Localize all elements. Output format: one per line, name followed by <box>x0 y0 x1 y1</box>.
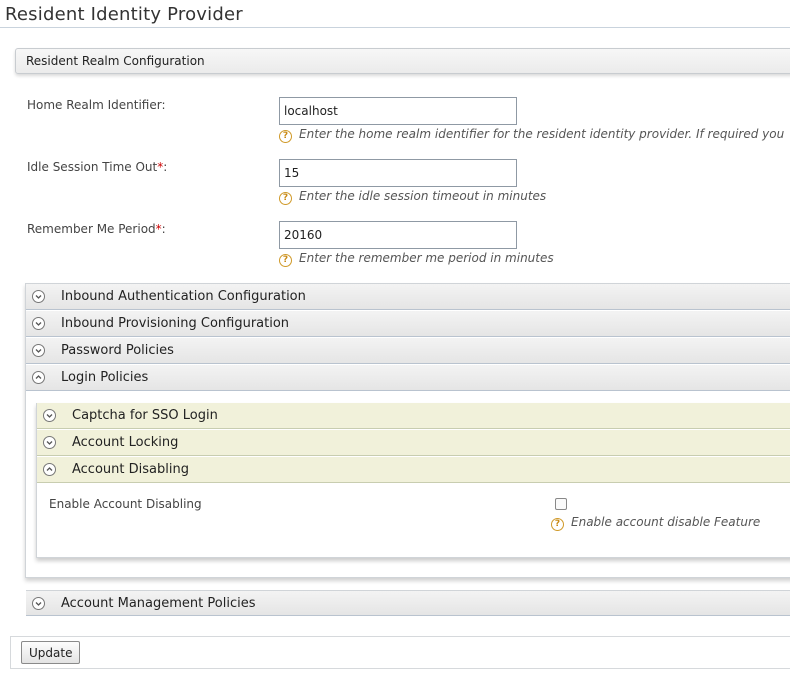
chevron-down-icon <box>32 597 45 610</box>
idle-timeout-help: ? Enter the idle session timeout in minut… <box>279 189 546 205</box>
remember-me-help-text: Enter the remember me period in minutes <box>299 251 554 265</box>
section-inbound-authentication[interactable]: Inbound Authentication Configuration <box>26 284 790 310</box>
chevron-down-icon <box>32 317 45 330</box>
idle-timeout-help-text: Enter the idle session timeout in minute… <box>299 189 547 203</box>
enable-disabling-help-text: Enable account disable Feature <box>571 515 761 529</box>
section-account-management[interactable]: Account Management Policies <box>26 590 790 616</box>
chevron-down-icon <box>43 409 56 422</box>
section-label: Account Management Policies <box>61 596 256 611</box>
home-realm-input[interactable] <box>279 97 517 125</box>
remember-me-label: Remember Me Period <box>27 222 156 236</box>
idle-timeout-label: Idle Session Time Out <box>27 160 158 174</box>
section-label: Password Policies <box>61 343 174 358</box>
remember-me-label-group: Remember Me Period*: <box>27 222 166 236</box>
section-password-policies[interactable]: Password Policies <box>26 338 790 364</box>
label-colon: : <box>161 222 166 236</box>
enable-disabling-label: Enable Account Disabling <box>49 497 202 511</box>
update-button[interactable]: Update <box>21 641 81 664</box>
page-title: Resident Identity Provider <box>5 4 243 25</box>
home-realm-label: Home Realm Identifier: <box>27 98 166 112</box>
subsection-captcha[interactable]: Captcha for SSO Login <box>37 403 790 429</box>
button-bar <box>10 636 790 669</box>
section-inbound-provisioning[interactable]: Inbound Provisioning Configuration <box>26 311 790 337</box>
section-label: Inbound Provisioning Configuration <box>61 316 290 331</box>
subsection-label: Account Locking <box>72 435 179 450</box>
chevron-down-icon <box>32 344 45 357</box>
subsection-label: Captcha for SSO Login <box>72 408 218 423</box>
section-label: Login Policies <box>61 370 149 385</box>
help-icon: ? <box>279 192 292 205</box>
help-icon: ? <box>279 130 292 143</box>
enable-disabling-checkbox[interactable] <box>555 498 567 510</box>
subsection-label: Account Disabling <box>72 462 189 477</box>
resident-realm-title: Resident Realm Configuration <box>26 54 205 68</box>
label-colon: : <box>163 160 168 174</box>
home-realm-help-text: Enter the home realm identifier for the … <box>299 127 785 141</box>
chevron-up-icon <box>43 463 56 476</box>
remember-me-input[interactable] <box>279 221 517 249</box>
chevron-down-icon <box>32 290 45 303</box>
home-realm-help: ? Enter the home realm identifier for the… <box>279 127 784 143</box>
idle-timeout-input[interactable] <box>279 159 517 187</box>
resident-realm-header: Resident Realm Configuration <box>15 48 790 74</box>
enable-disabling-help: ? Enable account disable Feature <box>551 515 760 531</box>
subsection-account-locking[interactable]: Account Locking <box>37 430 790 456</box>
title-divider <box>0 27 790 28</box>
help-icon: ? <box>551 518 564 531</box>
section-label: Inbound Authentication Configuration <box>61 289 306 304</box>
subsection-account-disabling[interactable]: Account Disabling <box>37 457 790 483</box>
section-login-policies[interactable]: Login Policies <box>26 365 790 391</box>
help-icon: ? <box>279 254 292 267</box>
chevron-up-icon <box>32 371 45 384</box>
remember-me-help: ? Enter the remember me period in minutes <box>279 251 554 267</box>
idle-timeout-label-group: Idle Session Time Out*: <box>27 160 167 174</box>
chevron-down-icon <box>43 436 56 449</box>
